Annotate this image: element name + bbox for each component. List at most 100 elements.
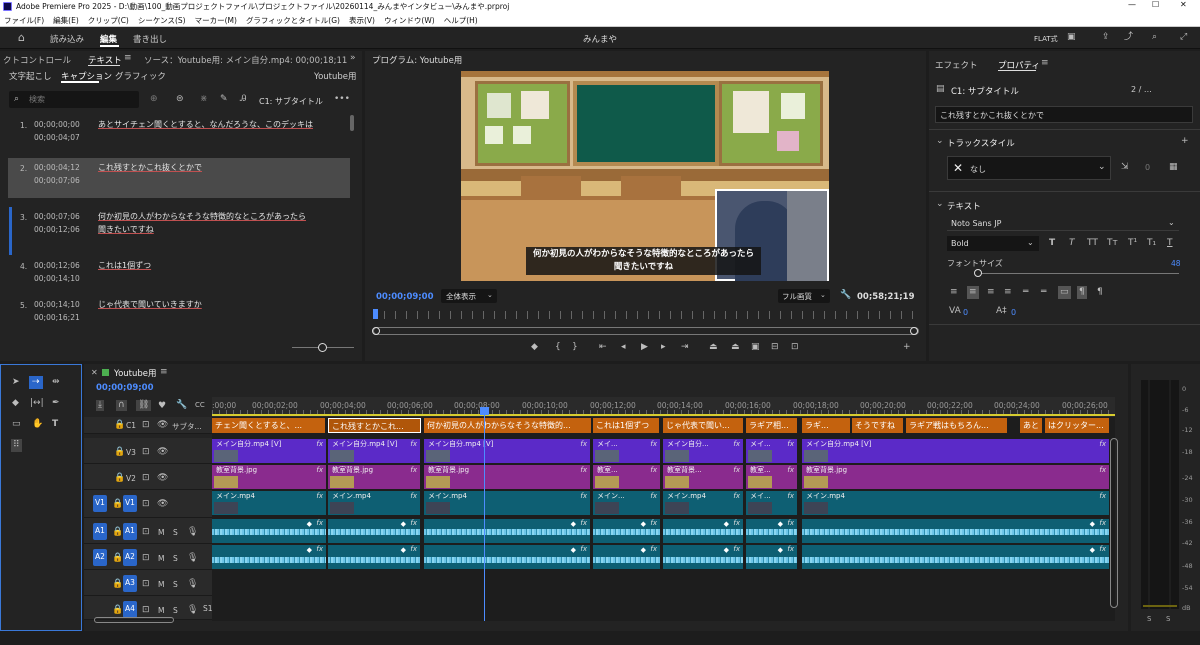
zoom-slider-handle[interactable]	[318, 343, 327, 352]
razor-tool-icon[interactable]: ◆	[12, 399, 19, 408]
kerning-value[interactable]: 0	[1011, 308, 1016, 317]
v2-clip[interactable]: 教室背景.jpg fx	[328, 465, 420, 489]
audio-clip[interactable]: ◆ fx	[212, 545, 326, 569]
extract-icon[interactable]: ⏏	[731, 343, 740, 352]
timeline-hscrollbar[interactable]	[94, 617, 174, 623]
caption-clip[interactable]: 何か初見の人がわからなそうな特徴的...	[424, 418, 591, 433]
font-size-slider[interactable]	[977, 273, 1179, 274]
tab-effect-controls[interactable]: クトコントロール	[3, 54, 71, 66]
snap-icon[interactable]: ∩	[116, 400, 127, 411]
panel-menu-icon[interactable]: ≡	[1041, 59, 1049, 68]
step-back-icon[interactable]: ◂	[621, 343, 626, 352]
solo-button[interactable]: S	[173, 528, 178, 537]
mute-button[interactable]: M	[158, 528, 164, 537]
target-a2[interactable]: A2	[123, 549, 137, 566]
audio-clip[interactable]: ◆ fx	[328, 519, 420, 543]
v2-clip[interactable]: 教室背景.jpg fx	[802, 465, 1109, 489]
panel-menu-icon[interactable]: ≡	[160, 368, 168, 377]
split-caption-icon[interactable]: ⊜	[176, 95, 184, 104]
caption-text-line2[interactable]: 聞きたいですね	[98, 223, 154, 236]
step-forward-icon[interactable]: ▸	[661, 343, 666, 352]
mini-ruler[interactable]	[373, 311, 919, 319]
audio-clip[interactable]: ◆ fx	[746, 545, 797, 569]
track-style-select[interactable]: ✕ なし ⌄	[947, 156, 1111, 180]
marker-icon[interactable]: ♥	[158, 402, 166, 411]
bold-icon[interactable]: T	[1049, 239, 1055, 248]
caption-text[interactable]: じゃ代表で聞いていきますか	[98, 298, 202, 311]
target-a3[interactable]: A3	[123, 575, 137, 592]
v1-clip[interactable]: メイン.mp4 fx	[663, 491, 743, 515]
panel-menu-icon[interactable]: ≡	[124, 54, 132, 63]
selection-tool-icon[interactable]: ➤	[12, 378, 20, 387]
mute-button[interactable]: M	[158, 554, 164, 563]
go-to-out-icon[interactable]: ⇥	[681, 343, 689, 352]
wrench-icon[interactable]: 🔧	[840, 291, 851, 300]
v3-clip[interactable]: メイン自分.mp4 [V] fx	[328, 439, 420, 463]
ripple-edit-tool-icon[interactable]: ⇹	[52, 378, 60, 387]
caption-tool-icon[interactable]: ⠿	[11, 439, 22, 452]
audio-clip[interactable]: ◆ fx	[802, 545, 1109, 569]
audio-clip[interactable]: ◆ fx	[424, 519, 590, 543]
playhead-timecode[interactable]: 00;00;09;00	[376, 292, 434, 302]
text-box-icon[interactable]: ▭	[1058, 286, 1071, 299]
quick-export-icon[interactable]: ⤴	[1124, 33, 1133, 42]
minimize-button[interactable]: —	[1128, 0, 1136, 9]
target-a4[interactable]: A4	[123, 601, 137, 618]
timeline-vscrollbar[interactable]	[1110, 438, 1118, 608]
caption-clip[interactable]: これ残すとかこれ...	[328, 418, 421, 433]
menu-item-4[interactable]: マーカー(M)	[195, 15, 237, 26]
small-caps-icon[interactable]: Tт	[1107, 239, 1118, 248]
solo-button[interactable]: S	[173, 580, 178, 589]
merge-caption-icon[interactable]: ⋇	[200, 95, 208, 104]
rectangle-tool-icon[interactable]: ▭	[12, 420, 21, 429]
justify-all-icon[interactable]: ═	[1041, 288, 1046, 297]
solo-button[interactable]: S	[173, 606, 178, 615]
font-size-value[interactable]: 48	[1171, 259, 1181, 268]
caption-scrollbar[interactable]	[350, 115, 354, 131]
menu-item-8[interactable]: ヘルプ(H)	[444, 15, 478, 26]
caption-text[interactable]: あとサイチェン聞くとすると、なんだろうな、このデッキは	[98, 118, 313, 131]
audio-clip[interactable]: ◆ fx	[663, 519, 743, 543]
workspace-preset[interactable]: FLAT式	[1034, 34, 1058, 44]
go-to-in-icon[interactable]: ⇤	[599, 343, 607, 352]
lift-icon[interactable]: ⏏	[709, 343, 718, 352]
microphone-icon[interactable]: 🎙	[187, 580, 198, 589]
source-patch-v1[interactable]: V1	[93, 495, 107, 512]
sync-lock-icon[interactable]: ⊡	[142, 606, 150, 615]
subscript-icon[interactable]: T₁	[1147, 239, 1156, 248]
menu-item-0[interactable]: ファイル(F)	[4, 15, 44, 26]
maximize-button[interactable]: ☐	[1152, 0, 1159, 9]
lock-icon[interactable]: 🔒	[112, 606, 123, 615]
audio-clip[interactable]: ◆ fx	[593, 545, 660, 569]
v1-clip[interactable]: メイン.mp4 fx	[802, 491, 1109, 515]
justify-last-icon[interactable]: ═	[1023, 288, 1028, 297]
v3-clip[interactable]: メイン自分.mp4 [V] fx	[212, 439, 326, 463]
meter-solo-left[interactable]: S	[1147, 615, 1151, 623]
linked-selection-icon[interactable]: ⛓	[136, 400, 152, 411]
close-button[interactable]: ✕	[1180, 0, 1187, 9]
sync-lock-icon[interactable]: ⊡	[142, 474, 150, 483]
sync-lock-icon[interactable]: ⊡	[142, 500, 150, 509]
sync-style-icon[interactable]: ⇲	[1121, 163, 1129, 172]
nest-icon[interactable]: ⤓	[96, 400, 104, 411]
grid-icon[interactable]: ▦	[1169, 163, 1178, 172]
sync-lock-icon[interactable]: ⊡	[142, 580, 150, 589]
sequence-tab[interactable]: Youtube用	[114, 367, 157, 379]
translate-icon[interactable]: Ꭿ	[240, 95, 247, 104]
v1-clip[interactable]: メイン.mp4 fx	[328, 491, 420, 515]
caption-clip[interactable]: ラギ...	[802, 418, 850, 433]
sync-lock-icon[interactable]: ⊡	[142, 528, 150, 537]
search-icon[interactable]: ⌕	[1152, 33, 1157, 42]
audio-clip[interactable]: ◆ fx	[663, 545, 743, 569]
zoom-scrollbar[interactable]	[373, 327, 919, 335]
menu-item-3[interactable]: シーケンス(S)	[138, 15, 186, 26]
v3-clip[interactable]: メイ... fx	[746, 439, 797, 463]
workspace-tab-import[interactable]: 読み込み	[50, 33, 84, 45]
v2-clip[interactable]: 教室背景... fx	[663, 465, 743, 489]
track-select-tool-icon[interactable]: ⇢	[29, 376, 43, 389]
audio-clip[interactable]: ◆ fx	[746, 519, 797, 543]
add-caption-icon[interactable]: ⊕	[150, 95, 158, 104]
zoom-fit-select[interactable]: 全体表示 ⌄	[441, 289, 497, 303]
align-right-icon[interactable]: ≡	[987, 288, 995, 297]
eye-icon[interactable]: 👁	[157, 448, 168, 457]
